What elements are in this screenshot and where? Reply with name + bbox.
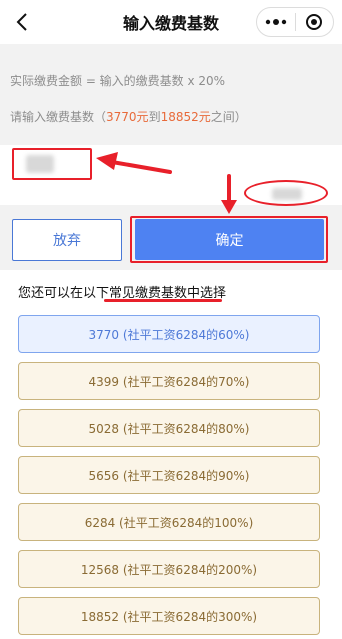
option-5656[interactable]: 5656 (社平工资6284的90%) bbox=[18, 456, 320, 494]
give-up-button[interactable]: 放弃 bbox=[12, 219, 122, 261]
hint-middle: 到 bbox=[148, 110, 161, 124]
option-18852[interactable]: 18852 (社平工资6284的300%) bbox=[18, 597, 320, 635]
option-5028[interactable]: 5028 (社平工资6284的80%) bbox=[18, 409, 320, 447]
hint-min: 3770元 bbox=[106, 110, 149, 124]
mini-program-capsule bbox=[256, 7, 334, 37]
nav-bar: 输入缴费基数 bbox=[0, 0, 342, 44]
more-dots-icon bbox=[265, 19, 286, 25]
chevron-left-icon bbox=[16, 13, 27, 31]
annotation-circle bbox=[244, 180, 328, 206]
option-6284[interactable]: 6284 (社平工资6284的100%) bbox=[18, 503, 320, 541]
hint-suffix: 之间） bbox=[210, 110, 247, 124]
option-4399[interactable]: 4399 (社平工资6284的70%) bbox=[18, 362, 320, 400]
page-title: 输入缴费基数 bbox=[122, 14, 219, 33]
more-button[interactable] bbox=[257, 8, 295, 36]
blurred-value bbox=[26, 155, 54, 173]
amount-input[interactable] bbox=[12, 148, 92, 180]
hint-prefix: 请输入缴费基数（ bbox=[10, 110, 107, 124]
formula-text: 实际缴费金额 = 输入的缴费基数 x 20% bbox=[10, 74, 226, 88]
blurred-amount bbox=[272, 188, 302, 200]
target-circle-icon bbox=[306, 14, 323, 30]
hint-max: 18852元 bbox=[160, 110, 211, 124]
confirm-button[interactable]: 确定 bbox=[135, 219, 324, 260]
option-12568[interactable]: 12568 (社平工资6284的200%) bbox=[18, 550, 320, 588]
back-button[interactable] bbox=[10, 8, 34, 36]
annotation-underline bbox=[104, 299, 222, 302]
close-button[interactable] bbox=[296, 8, 334, 36]
range-hint: 请输入缴费基数（3770元到18852元之间） bbox=[10, 108, 247, 125]
option-3770[interactable]: 3770 (社平工资6284的60%) bbox=[18, 315, 320, 353]
